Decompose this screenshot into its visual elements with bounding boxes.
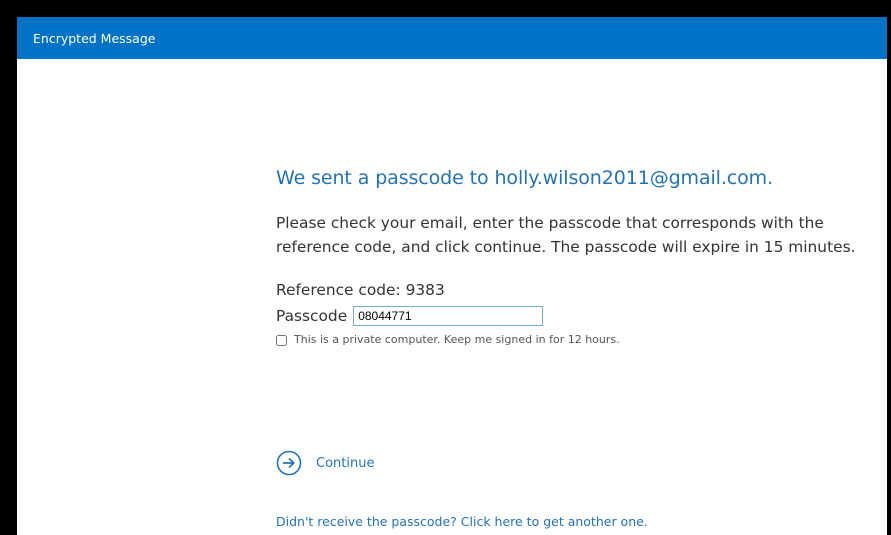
header-bar: Encrypted Message xyxy=(17,17,887,59)
keep-signed-in-checkbox[interactable] xyxy=(276,334,287,346)
arrow-circle-right-icon[interactable] xyxy=(276,450,302,476)
passcode-sent-heading: We sent a passcode to holly.wilson2011@g… xyxy=(276,167,774,189)
left-border xyxy=(0,0,17,535)
right-border xyxy=(887,0,891,535)
continue-button[interactable]: Continue xyxy=(276,450,374,476)
instructions-text: Please check your email, enter the passc… xyxy=(276,214,856,256)
resend-passcode-link[interactable]: Didn't receive the passcode? Click here … xyxy=(276,514,648,529)
continue-label[interactable]: Continue xyxy=(316,456,374,471)
passcode-label: Passcode xyxy=(276,307,348,325)
top-border xyxy=(0,0,891,17)
keep-signed-in-row: This is a private computer. Keep me sign… xyxy=(276,333,876,347)
passcode-input[interactable] xyxy=(353,306,544,326)
keep-signed-in-label: This is a private computer. Keep me sign… xyxy=(294,333,620,346)
page-frame: Encrypted Message We sent a passcode to … xyxy=(0,0,891,535)
main-content: We sent a passcode to holly.wilson2011@g… xyxy=(276,165,876,347)
reference-code: Reference code: 9383 xyxy=(276,281,445,299)
passcode-row: Passcode xyxy=(276,305,876,327)
header-title: Encrypted Message xyxy=(33,30,156,46)
